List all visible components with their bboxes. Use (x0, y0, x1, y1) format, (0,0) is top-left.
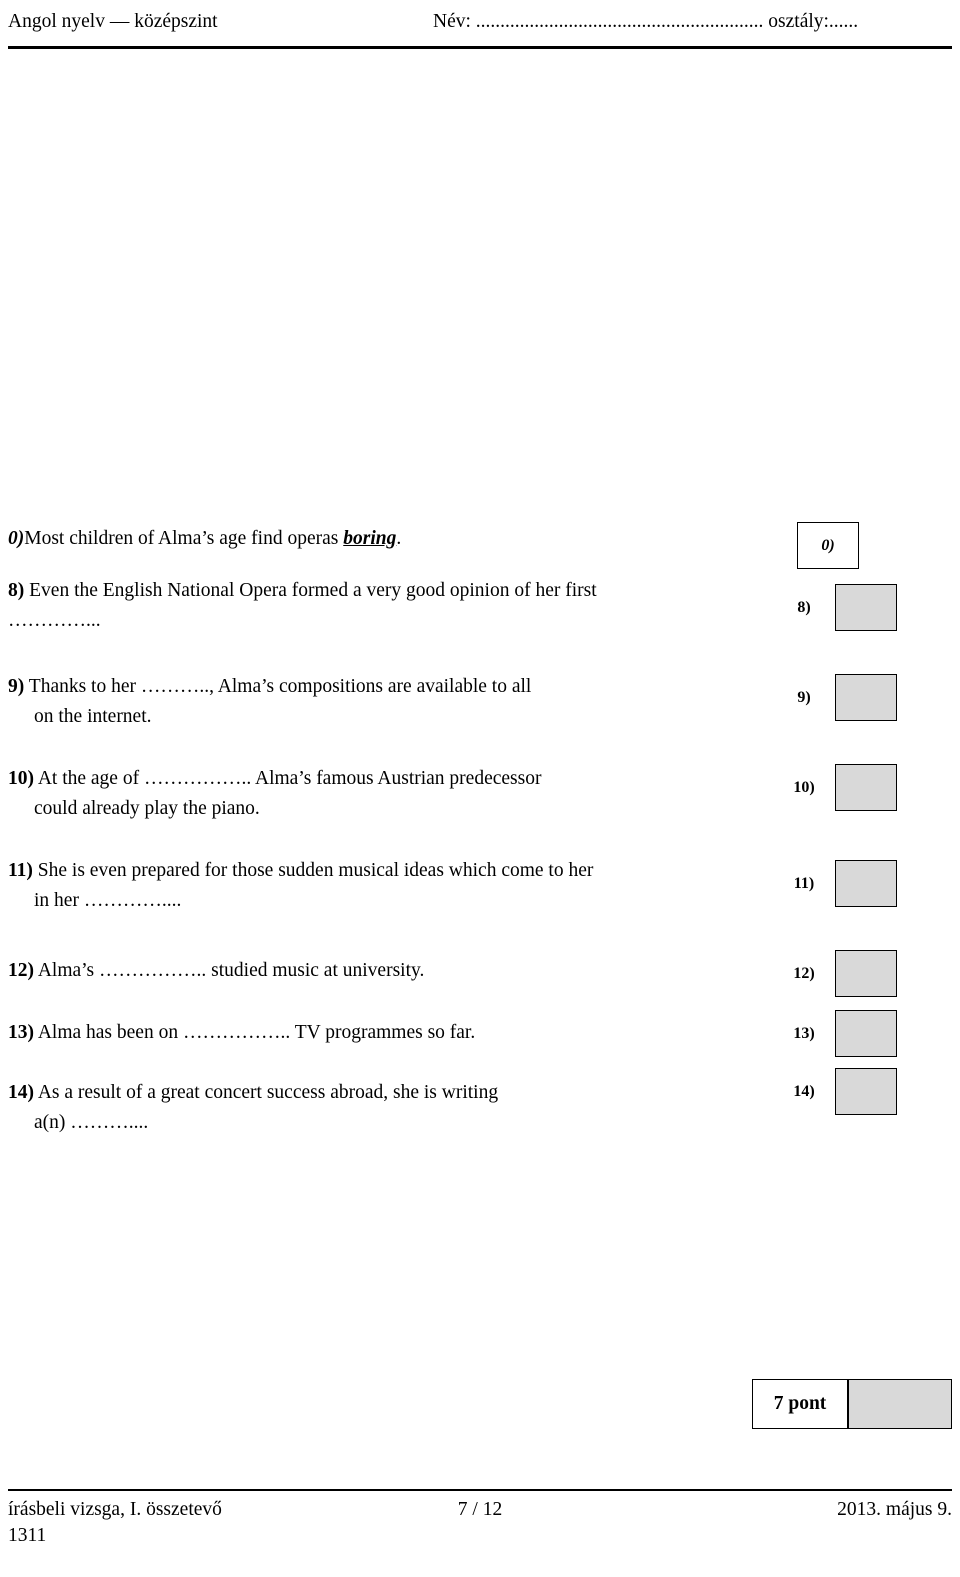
question-text-9: 9) Thanks to her ……….., Alma’s compositi… (8, 672, 778, 732)
question-text-0: 0)Most children of Alma’s age find opera… (8, 524, 778, 554)
question-line-10-1: At the age of …………….. Alma’s famous Aust… (37, 768, 542, 789)
answer-label-9: 9) (797, 689, 811, 706)
exam-page: Angol nyelv — középszint Név: ..........… (0, 0, 960, 1577)
header-divider (8, 46, 952, 49)
question-text-after-0: . (396, 528, 402, 549)
points-box[interactable] (848, 1379, 952, 1429)
points-label: 7 pont (752, 1379, 848, 1429)
answer-box-9[interactable] (835, 674, 897, 721)
question-row-12: 12) Alma’s …………….. studied music at univ… (8, 950, 952, 1018)
question-line-9-2: on the internet. (34, 706, 152, 727)
question-number-13: 13) (8, 1022, 34, 1043)
footer-date: 2013. május 9. (837, 1499, 952, 1520)
points-row: 7 pont (752, 1379, 952, 1429)
question-line-14-2: a(n) ……….... (34, 1112, 149, 1133)
footer-code: 1311 (8, 1525, 47, 1546)
question-number-14: 14) (8, 1082, 34, 1103)
question-number-8: 8) (8, 580, 25, 601)
answer-label-11: 11) (793, 875, 815, 892)
answer-label-12: 12) (793, 965, 815, 982)
question-line-8-2: …………... (8, 610, 101, 631)
answer-label-8: 8) (797, 599, 811, 616)
question-text-8: 8) Even the English National Opera forme… (8, 576, 778, 636)
question-row-14: 14) As a result of a great concert succe… (8, 1068, 952, 1170)
answer-box-14[interactable] (835, 1068, 897, 1115)
question-row-0: 0)Most children of Alma’s age find opera… (8, 522, 952, 576)
question-line-13-1: Alma has been on …………….. TV programmes s… (37, 1022, 476, 1043)
question-number-9: 9) (8, 676, 25, 697)
question-line-9-1: Thanks to her ……….., Alma’s compositions… (28, 676, 532, 697)
question-text-10: 10) At the age of …………….. Alma’s famous … (8, 764, 778, 824)
question-number-10: 10) (8, 768, 34, 789)
answer-box-10[interactable] (835, 764, 897, 811)
question-number-12: 12) (8, 960, 34, 981)
question-row-10: 10) At the age of …………….. Alma’s famous … (8, 764, 952, 856)
question-number-11: 11) (8, 860, 33, 881)
answer-box-13[interactable] (835, 1010, 897, 1057)
footer-divider (8, 1489, 952, 1491)
question-row-8: 8) Even the English National Opera forme… (8, 576, 952, 672)
answer-box-8[interactable] (835, 584, 897, 631)
answer-label-0: 0) (821, 537, 835, 554)
question-line-8-1: Even the English National Opera formed a… (29, 580, 597, 601)
answer-box-11[interactable] (835, 860, 897, 907)
question-line-12-1: Alma’s …………….. studied music at universi… (37, 960, 425, 981)
question-text-before-0: Most children of Alma’s age find operas (24, 528, 344, 549)
header-name-field: Név: ...................................… (433, 11, 859, 32)
question-line-14-1: As a result of a great concert success a… (37, 1082, 499, 1103)
question-text-11: 11) She is even prepared for those sudde… (8, 856, 778, 916)
question-line-11-2: in her ………….... (34, 890, 182, 911)
question-number-0: 0) (8, 528, 25, 549)
question-line-11-1: She is even prepared for those sudden mu… (37, 860, 594, 881)
question-text-14: 14) As a result of a great concert succe… (8, 1078, 778, 1138)
question-row-9: 9) Thanks to her ……….., Alma’s compositi… (8, 672, 952, 764)
question-text-13: 13) Alma has been on …………….. TV programm… (8, 1018, 778, 1048)
answer-box-12[interactable] (835, 950, 897, 997)
exercise-body: 0)Most children of Alma’s age find opera… (8, 522, 952, 1170)
question-keyword-0: boring (343, 528, 397, 549)
header-subject: Angol nyelv — középszint (8, 11, 218, 32)
answer-label-14: 14) (793, 1083, 815, 1100)
question-text-12: 12) Alma’s …………….. studied music at univ… (8, 956, 778, 986)
question-line-10-2: could already play the piano. (34, 798, 260, 819)
answer-label-13: 13) (793, 1025, 815, 1042)
question-row-11: 11) She is even prepared for those sudde… (8, 856, 952, 956)
answer-label-10: 10) (793, 779, 815, 796)
